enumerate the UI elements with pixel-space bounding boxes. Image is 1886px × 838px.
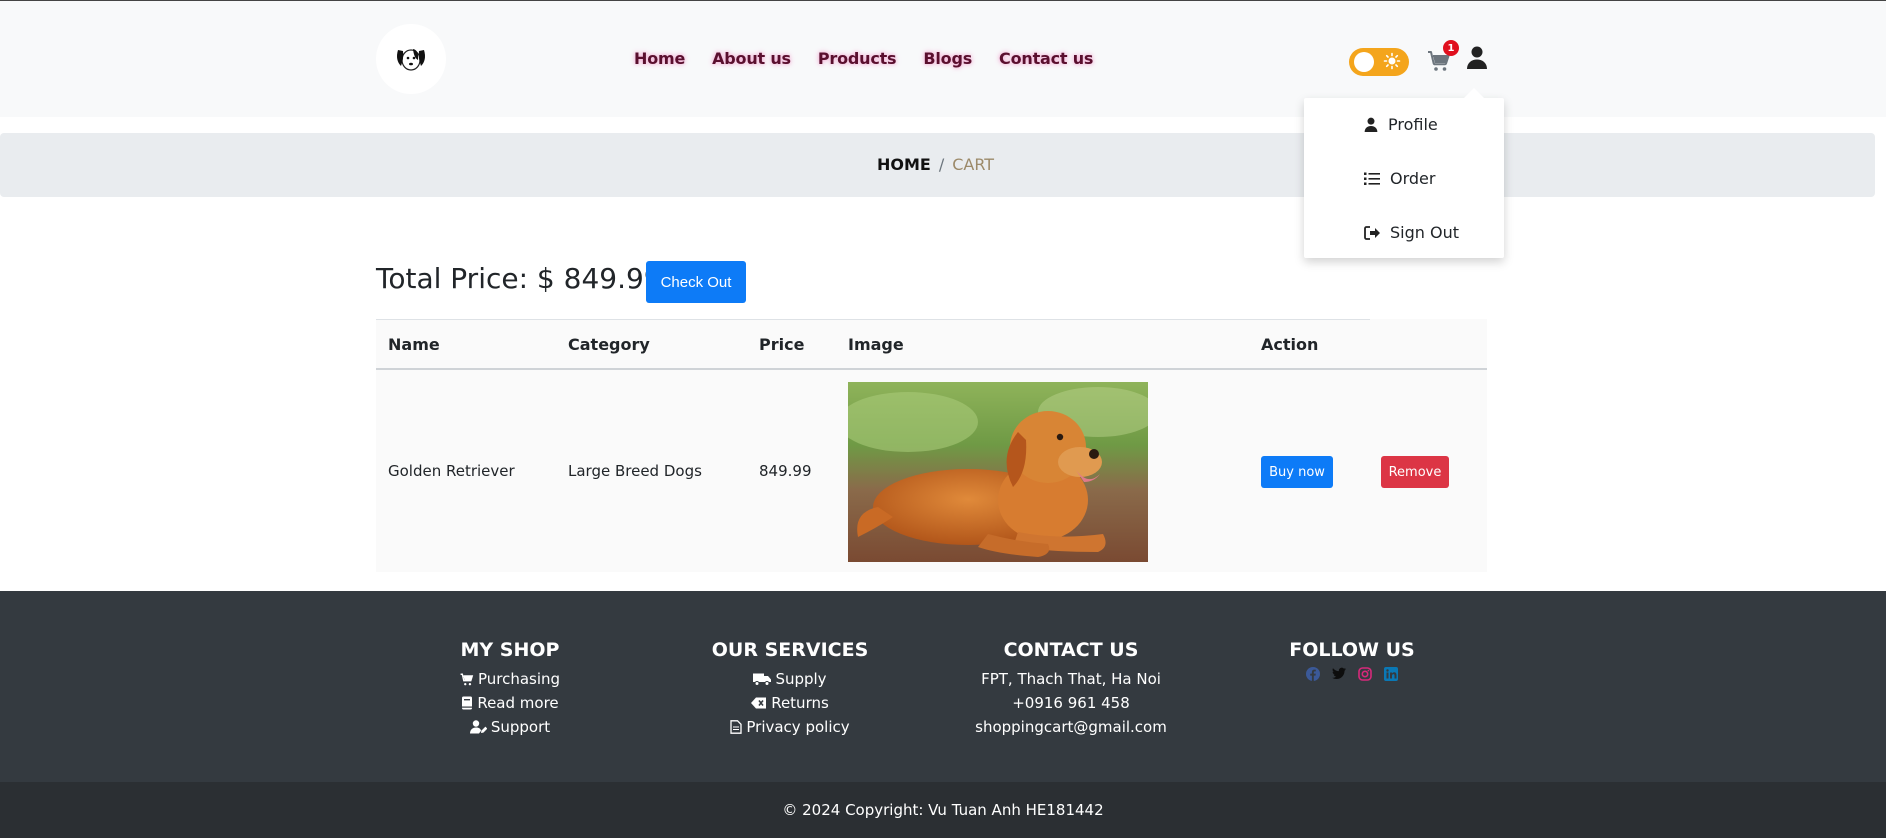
footer-link-label: Purchasing: [477, 670, 561, 688]
copyright-text: © 2024 Copyright: Vu Tuan Anh HE181442: [782, 801, 1104, 819]
user-edit-icon: [469, 720, 487, 734]
user-icon[interactable]: [1466, 46, 1488, 70]
table-top-border: [376, 319, 1370, 320]
cart-table: Name Category Price Image Action Golden …: [376, 319, 1487, 572]
product-image: [848, 382, 1148, 562]
footer-heading: CONTACT US: [1003, 639, 1139, 661]
theme-toggle[interactable]: [1349, 48, 1409, 76]
book-icon: [462, 696, 473, 710]
total-price: Total Price: $ 849.99: [376, 262, 662, 295]
footer-link-support[interactable]: Support: [440, 715, 580, 739]
breadcrumb-home[interactable]: HOME: [877, 155, 931, 174]
footer-link-read-more[interactable]: Read more: [440, 691, 580, 715]
twitter-icon[interactable]: [1332, 667, 1346, 680]
contact-address: FPT, Thach That, Ha Noi: [981, 670, 1161, 688]
breadcrumb: HOME / CART: [877, 155, 994, 174]
cell-product-name: Golden Retriever: [388, 462, 515, 480]
footer-heading: FOLLOW US: [1289, 639, 1415, 661]
footer-heading: OUR SERVICES: [711, 639, 869, 661]
breadcrumb-current: CART: [952, 155, 995, 174]
nav-home[interactable]: Home: [634, 49, 685, 68]
column-header-image: Image: [848, 335, 904, 354]
remove-button[interactable]: Remove: [1381, 456, 1449, 488]
cell-product-category: Large Breed Dogs: [568, 462, 702, 480]
footer-link-purchasing[interactable]: Purchasing: [440, 667, 580, 691]
user-dropdown-menu: Profile Order Sign Out: [1304, 88, 1504, 258]
sign-out-icon: [1364, 225, 1380, 240]
menu-item-label: Sign Out: [1390, 223, 1459, 242]
menu-item-profile[interactable]: Profile: [1364, 115, 1438, 134]
contact-email[interactable]: shoppingcart@gmail.com: [971, 715, 1171, 739]
footer-contact: CONTACT US FPT, Thach That, Ha Noi +0916…: [971, 639, 1171, 739]
column-header-name: Name: [388, 335, 440, 354]
menu-item-label: Profile: [1388, 115, 1438, 134]
cell-product-price: 849.99: [759, 462, 812, 480]
menu-item-label: Order: [1390, 169, 1436, 188]
footer-heading: MY SHOP: [460, 639, 560, 661]
menu-item-sign-out[interactable]: Sign Out: [1364, 223, 1459, 242]
nav-products[interactable]: Products: [818, 49, 897, 68]
footer-link-privacy-policy[interactable]: Privacy policy: [710, 715, 870, 739]
document-icon: [730, 720, 743, 734]
instagram-icon[interactable]: [1358, 667, 1372, 681]
footer-my-shop: MY SHOP Purchasing Read more Support: [440, 639, 580, 739]
footer-link-returns[interactable]: Returns: [710, 691, 870, 715]
breadcrumb-separator: /: [938, 155, 945, 174]
social-links: [1282, 667, 1422, 681]
footer-link-label: Support: [490, 718, 551, 736]
footer-follow: FOLLOW US: [1282, 639, 1422, 681]
backspace-icon: [751, 697, 767, 709]
menu-item-order[interactable]: Order: [1364, 169, 1435, 188]
column-header-category: Category: [568, 335, 650, 354]
list-icon: [1364, 172, 1380, 185]
footer-link-supply[interactable]: Supply: [710, 667, 870, 691]
contact-phone: +0916 961 458: [1012, 694, 1130, 712]
cart-icon: [460, 673, 474, 685]
nav-blogs[interactable]: Blogs: [923, 49, 972, 68]
buy-now-button[interactable]: Buy now: [1261, 456, 1333, 488]
footer-link-label: Read more: [477, 694, 559, 712]
footer-link-label: Returns: [771, 694, 829, 712]
nav-contact-us[interactable]: Contact us: [999, 49, 1093, 68]
footer-services: OUR SERVICES Supply Returns Privacy poli…: [710, 639, 870, 739]
column-header-action: Action: [1261, 335, 1319, 354]
column-header-price: Price: [759, 335, 805, 354]
linkedin-icon[interactable]: [1384, 667, 1398, 681]
checkout-button[interactable]: Check Out: [646, 261, 746, 303]
site-footer: MY SHOP Purchasing Read more Support OUR…: [0, 591, 1886, 782]
footer-link-label: Privacy policy: [746, 718, 850, 736]
logo[interactable]: [376, 24, 446, 94]
copyright-bar: © 2024 Copyright: Vu Tuan Anh HE181442: [0, 782, 1886, 838]
facebook-icon[interactable]: [1306, 667, 1320, 681]
truck-icon: [753, 673, 772, 686]
cart-count-badge: 1: [1443, 40, 1459, 56]
main-nav: Home About us Products Blogs Contact us: [634, 49, 1120, 68]
site-header: Home About us Products Blogs Contact us …: [0, 1, 1886, 117]
user-icon: [1364, 117, 1378, 132]
nav-about-us[interactable]: About us: [712, 49, 791, 68]
toggle-knob: [1354, 52, 1374, 72]
table-header-border: [376, 368, 1487, 370]
footer-link-label: Supply: [775, 670, 827, 688]
sun-icon: [1383, 52, 1401, 70]
dog-logo-icon: [397, 49, 425, 71]
